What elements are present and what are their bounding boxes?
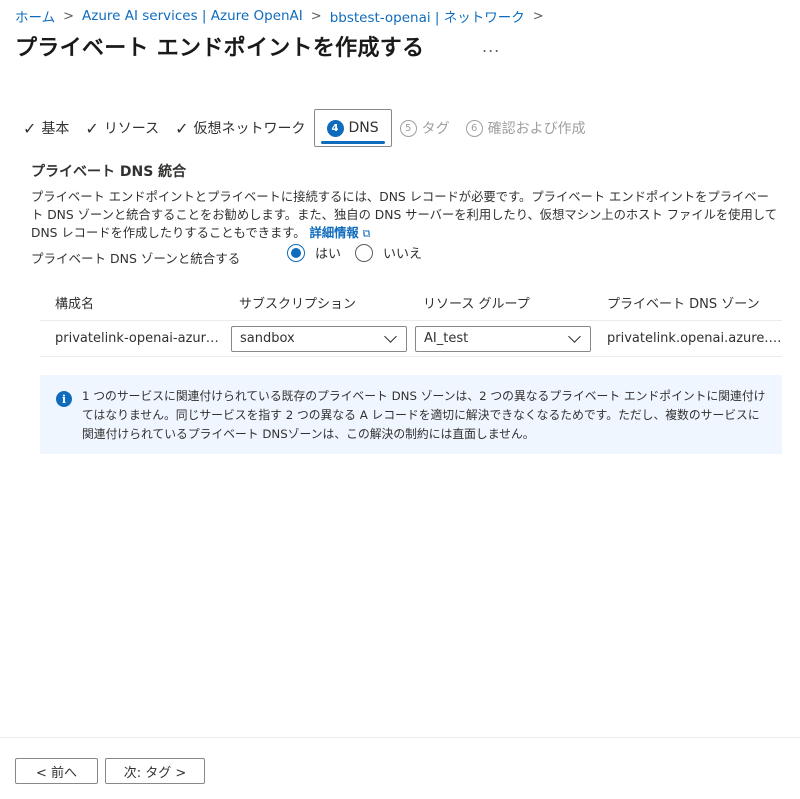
radio-no[interactable] [355,243,374,262]
external-link-icon: ⧉ [362,227,371,240]
integrate-dns-radio-group: はい いいえ [287,243,436,262]
tab-dns[interactable]: 4 DNS [313,109,392,147]
breadcrumb-azure-openai-link[interactable]: Azure AI services | Azure OpenAI [82,8,303,24]
checkmark-icon: ✓ [85,118,99,138]
tab-label: DNS [348,120,379,136]
resource-group-dropdown[interactable]: AI_test [415,325,591,352]
section-description: プライベート エンドポイントとプライベートに接続するには、DNS レコードが必要… [31,188,781,243]
integrate-dns-label: プライベート DNS ゾーンと統合する [31,251,241,266]
checkmark-icon: ✓ [23,118,37,138]
wizard-tabs: ✓ 基本 ✓ リソース ✓ 仮想ネットワーク 4 DNS 5 タグ 6 確認およ… [15,109,594,147]
resource-group-selected-value: AI_test [424,331,469,346]
chevron-right-icon: > [310,8,322,24]
step-number-badge: 4 [326,119,344,137]
column-header-dns-zone: プライベート DNS ゾーン [607,297,760,312]
info-text: 1 つのサービスに関連付けられている既存のプライベート DNS ゾーンは、2 つ… [82,389,766,441]
tab-label: タグ [421,121,450,137]
chevron-right-icon: > [63,8,75,24]
subscription-selected-value: sandbox [240,331,295,346]
tab-basics[interactable]: ✓ 基本 [15,109,77,147]
footer-divider [0,737,800,738]
tab-review-create[interactable]: 6 確認および作成 [458,109,594,147]
radio-yes-label[interactable]: はい [315,243,341,262]
radio-no-label[interactable]: いいえ [383,243,422,262]
tab-resource[interactable]: ✓ リソース [77,109,167,147]
step-number-badge: 6 [465,119,483,137]
grid-header: 構成名 サブスクリプション リソース グループ プライベート DNS ゾーン [40,285,782,321]
info-icon: i [56,391,72,407]
info-banner: i 1 つのサービスに関連付けられている既存のプライベート DNS ゾーンは、2… [40,375,782,454]
radio-yes[interactable] [287,243,305,262]
subscription-cell: sandbox [225,325,409,352]
tab-label: リソース [103,121,160,137]
previous-button[interactable]: < 前へ [15,758,98,784]
chevron-right-icon: > [532,8,544,24]
tab-label: 仮想ネットワーク [193,121,306,137]
page-title: プライベート エンドポイントを作成する [15,36,425,61]
chevron-down-icon [384,329,397,343]
column-header-subscription: サブスクリプション [239,297,357,312]
step-number-badge: 5 [399,119,417,137]
column-header-config: 構成名 [55,297,95,312]
more-options-icon[interactable]: ... [482,37,500,56]
tab-label: 基本 [41,121,70,137]
tab-label: 確認および作成 [487,121,586,137]
config-name-cell: privatelink-openai-azure-com [55,331,225,346]
learn-more-link[interactable]: 詳細情報 [310,226,359,240]
next-tags-button[interactable]: 次: タグ > [105,758,205,784]
breadcrumb: ホーム > Azure AI services | Azure OpenAI >… [15,6,552,26]
section-title: プライベート DNS 統合 [31,164,187,180]
resource-group-cell: AI_test [409,325,595,352]
tab-tags[interactable]: 5 タグ [392,109,458,147]
dns-zone-cell: privatelink.openai.azure.com [607,331,782,346]
description-text: プライベート エンドポイントとプライベートに接続するには、DNS レコードが必要… [31,190,777,240]
table-row: privatelink-openai-azure-com sandbox AI_… [40,321,782,357]
subscription-dropdown[interactable]: sandbox [231,325,407,352]
column-header-resource-group: リソース グループ [423,297,530,312]
dns-config-grid: 構成名 サブスクリプション リソース グループ プライベート DNS ゾーン p… [40,285,782,357]
tab-virtual-network[interactable]: ✓ 仮想ネットワーク [167,109,313,147]
breadcrumb-home-link[interactable]: ホーム [15,6,55,26]
chevron-down-icon [568,329,581,343]
breadcrumb-network-link[interactable]: bbstest-openai | ネットワーク [330,6,525,26]
checkmark-icon: ✓ [175,118,189,138]
